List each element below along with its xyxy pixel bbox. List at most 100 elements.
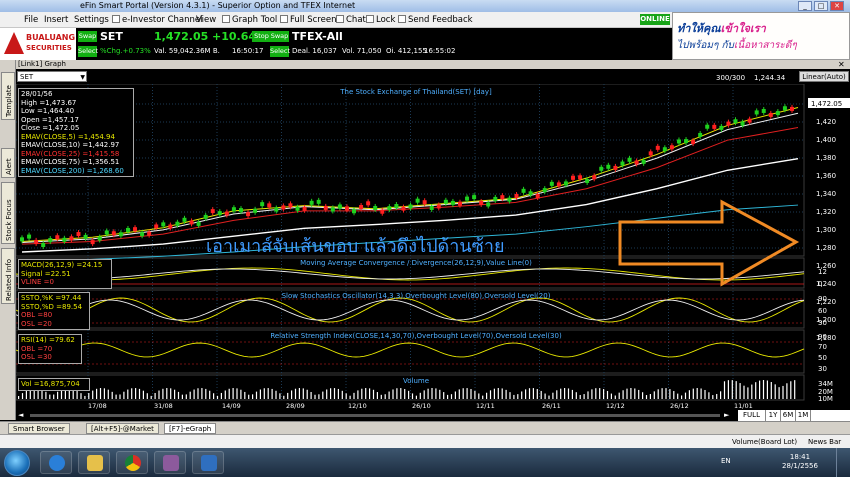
symbol-select[interactable]: SET ▼	[17, 71, 87, 82]
period-6m-button[interactable]: 6M	[781, 410, 796, 421]
start-button[interactable]	[4, 450, 30, 476]
menu-file[interactable]: File	[24, 14, 38, 26]
scroll-left-icon[interactable]: ◄	[18, 411, 23, 420]
tfex-swap-button[interactable]: Swap	[270, 31, 289, 42]
chart-area[interactable]: The Stock Exchange of Thailand(SET) [day…	[15, 83, 850, 410]
volume-bar	[704, 389, 706, 399]
set-swap-button[interactable]: Swap	[78, 31, 97, 42]
volume-bar	[103, 388, 105, 399]
volume-bar	[727, 380, 729, 399]
candle-body	[705, 124, 710, 129]
scroll-right-icon[interactable]: ►	[724, 411, 729, 420]
x-tick-label: 26/11	[542, 402, 561, 410]
ad-banner[interactable]: ทำให้คุณเข้าใจเรา ไปพร้อมๆ กับเนื้อหาสาร…	[672, 12, 850, 60]
volume-bar	[517, 394, 519, 399]
volume-bar	[337, 388, 339, 399]
minimize-button[interactable]: _	[798, 1, 812, 11]
volume-bar	[330, 388, 332, 399]
menu-lock[interactable]: Lock	[366, 14, 395, 26]
period-1y-button[interactable]: 1Y	[766, 410, 781, 421]
maximize-button[interactable]: □	[814, 1, 828, 11]
candle-body	[281, 205, 286, 210]
candle-body	[147, 231, 152, 236]
candle-body	[288, 203, 293, 208]
graph-close-icon[interactable]: ✕	[838, 60, 845, 69]
volume-bar	[626, 388, 628, 399]
menu-send-feedback[interactable]: Send Feedback	[398, 14, 473, 26]
tab-related-info[interactable]: Related Info	[1, 248, 15, 304]
set-select-button[interactable]: Select	[78, 46, 98, 57]
volume-bar	[759, 380, 761, 399]
volume-bar	[493, 388, 495, 399]
volume-bar	[232, 388, 234, 399]
tab-stock-focus[interactable]: Stock Focus	[1, 182, 15, 244]
candle-body	[295, 206, 300, 211]
rsi-y-tick: 30	[818, 365, 827, 373]
taskbar-efin-icon[interactable]	[192, 451, 224, 474]
candle-body	[514, 194, 519, 199]
menu-settings[interactable]: Settings	[74, 14, 109, 26]
menu-full-screen[interactable]: Full Screen	[280, 14, 336, 26]
menu-view[interactable]: View	[196, 14, 216, 26]
scale-mode-button[interactable]: Linear(Auto)	[799, 71, 849, 82]
volume-bar	[731, 380, 733, 399]
tab-template[interactable]: Template	[1, 72, 15, 120]
close-button[interactable]: ✕	[830, 1, 844, 11]
info-low: Low =1,464.40	[21, 107, 75, 115]
tab-alert[interactable]: Alert	[1, 148, 15, 178]
volume-bar	[696, 388, 698, 399]
menu-lock-label: Lock	[376, 15, 396, 25]
tab-related-info-label: Related Info	[5, 258, 13, 301]
taskbar-ie-icon[interactable]	[40, 451, 72, 474]
menu-insert[interactable]: Insert	[44, 14, 68, 26]
taskbar-folder-icon[interactable]	[78, 451, 110, 474]
volume-bar	[560, 388, 562, 399]
chart-svg[interactable]: The Stock Exchange of Thailand(SET) [day…	[15, 83, 850, 410]
volume-bar	[177, 391, 180, 399]
full-screen-icon	[280, 15, 288, 23]
volume-bar	[540, 390, 542, 399]
tray-language[interactable]: EN	[721, 457, 731, 465]
candle-body	[634, 160, 639, 165]
volume-bar	[419, 392, 421, 399]
menu-chat[interactable]: Chat	[336, 14, 366, 26]
volume-bar	[786, 383, 788, 399]
tfex-symbol: TFEX-All	[292, 30, 343, 43]
candle-body	[436, 204, 441, 209]
chart-scrollbar[interactable]	[30, 414, 720, 417]
tfex-select-button[interactable]: Select	[270, 46, 290, 57]
volume-bar	[408, 390, 410, 399]
tab-market[interactable]: [Alt+F5]-@Market	[86, 423, 159, 434]
volume-bar	[49, 394, 51, 399]
candle-body	[669, 145, 674, 150]
info-ema25: EMAV(CLOSE,25) =1,415.58	[21, 149, 120, 158]
volume-bar	[111, 391, 113, 399]
volume-bar	[497, 388, 499, 399]
period-full-button[interactable]: FULL	[738, 410, 766, 421]
period-buttons: FULL 1Y 6M 1M	[738, 410, 850, 421]
candle-body	[189, 220, 194, 225]
news-bar-button[interactable]: News Bar	[808, 437, 841, 447]
tab-egraph[interactable]: [F7]-eGraph	[164, 423, 217, 434]
tfex-time: 16:55:02	[424, 47, 456, 55]
volume-bar	[283, 395, 285, 399]
menu-graph-tool[interactable]: Graph Tool	[222, 14, 277, 26]
tray-clock[interactable]: 18:41 28/1/2556	[780, 453, 820, 471]
taskbar-chrome-icon[interactable]	[116, 451, 148, 474]
volume-bar	[252, 394, 254, 399]
volume-bar	[150, 395, 152, 399]
tab-smart-browser[interactable]: Smart Browser	[8, 423, 70, 434]
candle-body	[224, 211, 229, 216]
set-stop-button[interactable]: Stop	[252, 31, 271, 42]
taskbar-app-icon[interactable]	[154, 451, 186, 474]
menu-e-investor[interactable]: e-Investor Channel	[112, 14, 203, 26]
candle-body	[323, 205, 328, 210]
show-desktop-button[interactable]	[836, 448, 850, 477]
candle-body	[613, 165, 618, 170]
x-tick-label: 31/08	[154, 402, 173, 410]
candle-body	[344, 206, 349, 211]
volume-bar	[107, 389, 109, 399]
volume-bar	[564, 388, 566, 399]
candle-body	[443, 199, 448, 204]
period-1m-button[interactable]: 1M	[796, 410, 811, 421]
